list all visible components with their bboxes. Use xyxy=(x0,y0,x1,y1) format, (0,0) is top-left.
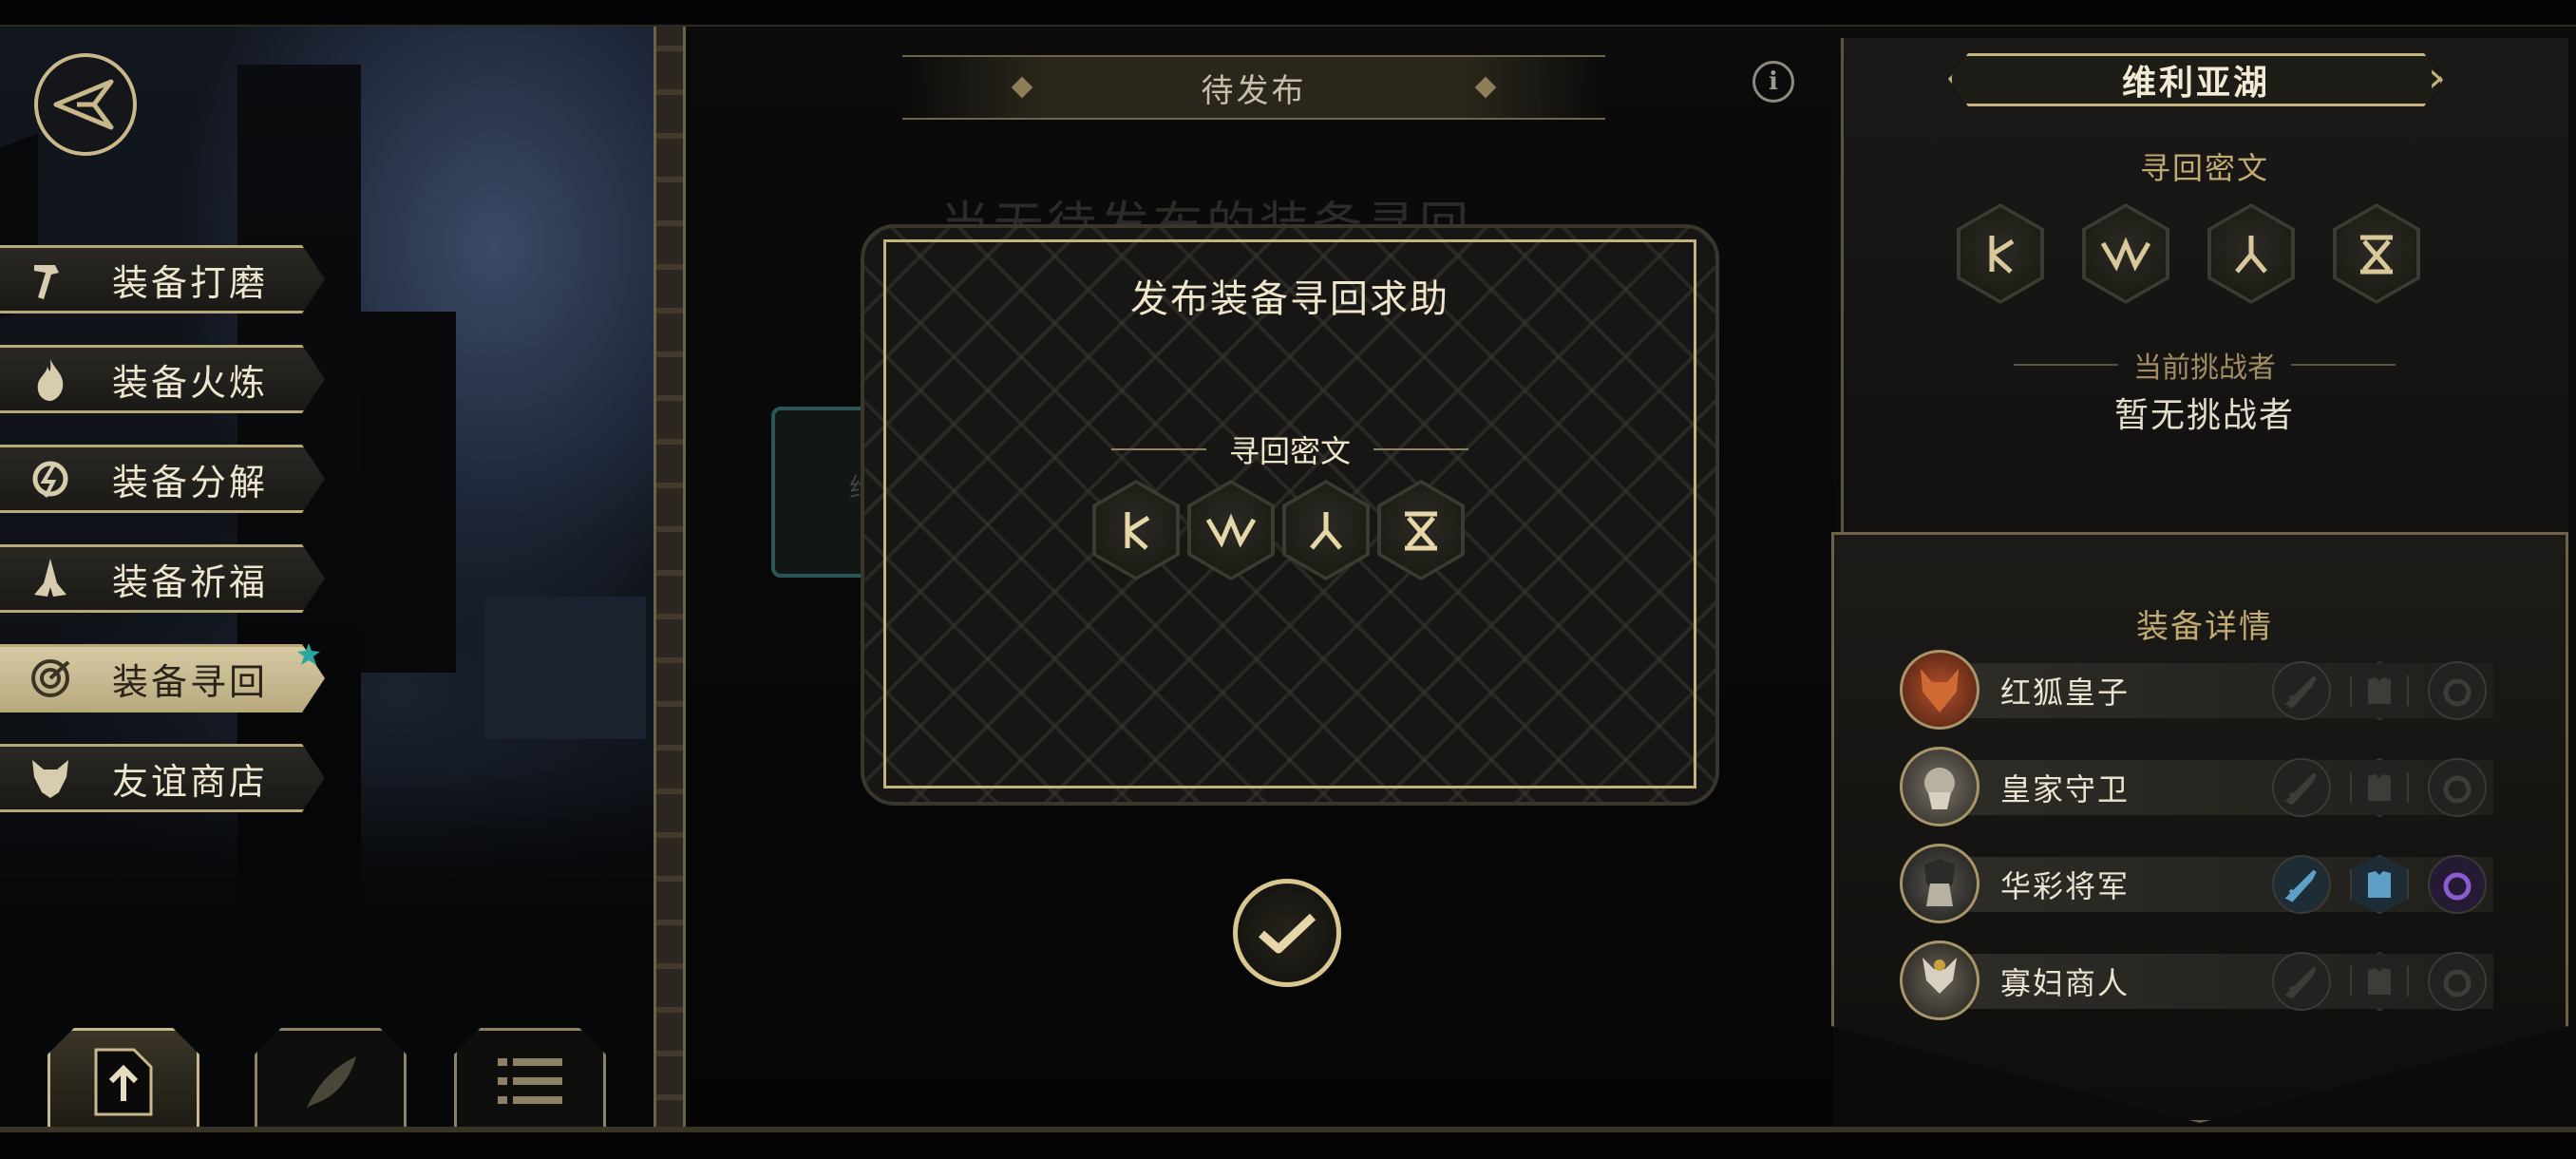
dialog-cipher-header: 寻回密文 xyxy=(861,428,1719,471)
weapon-slot-icon[interactable] xyxy=(2272,661,2331,720)
cipher-label: 寻回密文 xyxy=(2139,150,2269,186)
feather-icon xyxy=(307,1055,356,1108)
hero-name: 皇家守卫 xyxy=(2000,771,2131,808)
rune-slot xyxy=(2207,203,2295,304)
house-silhouette xyxy=(484,597,646,739)
tab-feather[interactable] xyxy=(255,1028,407,1132)
location-banner: 维利亚湖 xyxy=(1949,53,2443,106)
weapon-slot-icon[interactable] xyxy=(2272,952,2331,1011)
background-card: 维 xyxy=(771,407,876,578)
panel-divider xyxy=(653,27,686,1129)
hero-row[interactable]: 华彩将军 xyxy=(1900,844,2493,923)
rune-b-icon xyxy=(2100,237,2151,272)
menu-item-polish[interactable]: 装备打磨 xyxy=(0,245,325,314)
target-icon xyxy=(21,650,80,707)
rune-a-icon xyxy=(1125,512,1150,550)
ring-slot-icon[interactable] xyxy=(2428,855,2487,914)
hero-name: 红狐皇子 xyxy=(2000,674,2131,711)
challenger-header: 当前挑战者 xyxy=(1833,344,2576,386)
disassemble-icon xyxy=(21,450,80,507)
hero-name: 寡妇商人 xyxy=(2000,965,2131,1001)
hero-name: 华彩将军 xyxy=(2000,868,2131,904)
menu-item-label: 装备火炼 xyxy=(112,361,269,404)
dialog-title: 发布装备寻回求助 xyxy=(1130,277,1449,321)
rune-slot xyxy=(1282,480,1370,580)
cipher-rune-row xyxy=(1957,203,2420,304)
rune-c-icon xyxy=(2360,235,2393,275)
hero-row[interactable]: 寡妇商人 xyxy=(1900,940,2493,1020)
widow-merchant-avatar xyxy=(1900,940,1979,1020)
tab-list[interactable] xyxy=(454,1028,606,1132)
hero-row[interactable]: 红狐皇子 xyxy=(1900,650,2493,730)
weapon-slot-icon[interactable] xyxy=(2272,855,2331,914)
rune-slot xyxy=(2333,203,2420,304)
rune-a-icon xyxy=(2235,236,2267,274)
red-fox-avatar xyxy=(1900,650,1979,730)
rune-slot xyxy=(1092,480,1180,580)
section-title: 待发布 xyxy=(1201,71,1307,110)
equipment-details-label: 装备详情 xyxy=(2136,608,2273,646)
weapon-slot-icon[interactable] xyxy=(2272,758,2331,817)
fox-icon xyxy=(21,750,80,807)
list-icon xyxy=(498,1057,562,1104)
dialog-cipher-label: 寻回密文 xyxy=(1228,433,1351,469)
rune-slot xyxy=(1377,480,1465,580)
menu-item-friendship-shop[interactable]: 友谊商店 xyxy=(0,744,325,812)
divider-line xyxy=(1373,448,1468,450)
ring-slot-icon[interactable] xyxy=(2428,661,2487,720)
diamond-ornament-icon xyxy=(1011,76,1033,99)
menu-item-label: 友谊商店 xyxy=(112,760,269,803)
rune-slot xyxy=(1187,480,1275,580)
back-button[interactable] xyxy=(34,53,137,156)
menu-item-disassemble[interactable]: 装备分解 xyxy=(0,445,325,513)
menu-item-blessing[interactable]: 装备祈福 xyxy=(0,544,325,613)
menu-item-label: 装备寻回 xyxy=(112,660,269,703)
upload-icon xyxy=(94,1048,153,1115)
menu-item-retrieve[interactable]: 装备寻回 xyxy=(0,644,325,712)
menu-item-label: 装备祈福 xyxy=(112,560,269,603)
info-icon: i xyxy=(1769,67,1778,96)
tab-publish[interactable] xyxy=(47,1028,199,1132)
chevron-right-icon[interactable]: › xyxy=(2428,53,2445,102)
menu-item-label: 装备分解 xyxy=(112,461,269,504)
rune-a-icon xyxy=(1310,512,1342,550)
challenger-value: 暂无挑战者 xyxy=(2113,396,2295,435)
rune-slot xyxy=(2082,203,2169,304)
divider-line xyxy=(2291,364,2396,366)
bottom-border xyxy=(0,1127,2576,1132)
diamond-ornament-icon xyxy=(1474,76,1497,99)
flame-icon xyxy=(21,351,80,408)
info-button[interactable]: i xyxy=(1752,61,1794,103)
hammer-icon xyxy=(21,251,80,308)
divider-line xyxy=(2014,364,2118,366)
checkmark-icon xyxy=(1259,913,1316,954)
rune-b-icon xyxy=(1205,513,1257,548)
section-header: 待发布 xyxy=(902,55,1605,120)
hero-row[interactable]: 皇家守卫 xyxy=(1900,747,2493,826)
challenger-label: 当前挑战者 xyxy=(2133,352,2276,385)
back-arrow-icon xyxy=(53,79,114,130)
ring-slot-icon[interactable] xyxy=(2428,758,2487,817)
menu-item-fire-forge[interactable]: 装备火炼 xyxy=(0,345,325,413)
location-name: 维利亚湖 xyxy=(2121,64,2270,103)
ring-slot-icon[interactable] xyxy=(2428,952,2487,1011)
royal-guard-avatar xyxy=(1900,747,1979,826)
prayer-icon xyxy=(21,550,80,607)
rune-a-icon xyxy=(1989,236,2015,274)
rune-c-icon xyxy=(1405,511,1437,551)
confirm-button[interactable] xyxy=(1233,879,1341,987)
rune-slot xyxy=(1957,203,2044,304)
general-avatar xyxy=(1900,844,1979,923)
divider-line xyxy=(1110,448,1206,450)
menu-item-label: 装备打磨 xyxy=(112,261,269,304)
dialog-rune-row xyxy=(1092,480,1465,580)
notification-badge-icon xyxy=(296,642,321,667)
